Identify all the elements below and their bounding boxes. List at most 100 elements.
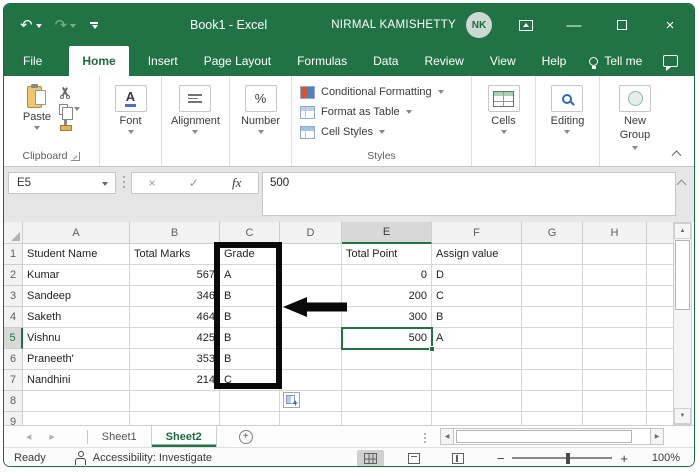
cell-B6[interactable]: 353	[130, 349, 220, 370]
fill-handle[interactable]	[429, 346, 435, 352]
tab-data[interactable]: Data	[360, 46, 411, 76]
new-group-button[interactable]: New Group	[613, 85, 657, 150]
page-layout-view-button[interactable]	[401, 450, 428, 467]
col-header-F[interactable]: F	[432, 222, 522, 244]
cell-F7[interactable]	[432, 370, 522, 391]
cell-F5[interactable]: A	[432, 328, 522, 349]
cell-H3[interactable]	[583, 286, 647, 307]
cell-F3[interactable]: C	[432, 286, 522, 307]
cell-A5[interactable]: Vishnu	[23, 328, 130, 349]
cell-G6[interactable]	[522, 349, 583, 370]
alignment-button[interactable]: Alignment	[171, 85, 220, 134]
cell-E9[interactable]	[342, 412, 432, 425]
cell-E6[interactable]	[342, 349, 432, 370]
ribbon-display-options-button[interactable]	[502, 4, 550, 46]
clipboard-dialog-launcher-icon[interactable]	[71, 151, 81, 161]
font-button[interactable]: A Font	[114, 85, 147, 134]
cell-D7[interactable]	[280, 370, 342, 391]
cell-G5[interactable]	[522, 328, 583, 349]
cell-H5[interactable]	[583, 328, 647, 349]
sheet-nav-prev-icon[interactable]: ◀	[26, 433, 31, 441]
scroll-right-icon[interactable]: ▶	[650, 428, 664, 445]
cell-E1[interactable]: Total Point	[342, 244, 432, 265]
normal-view-button[interactable]	[356, 449, 384, 466]
cell-E3[interactable]: 200	[342, 286, 432, 307]
tab-page-layout[interactable]: Page Layout	[191, 46, 284, 76]
customize-qat-icon[interactable]	[89, 21, 99, 29]
col-header-H[interactable]: H	[583, 222, 647, 244]
cell-A7[interactable]: Nandhini	[23, 370, 130, 391]
cell-B2[interactable]: 567	[130, 265, 220, 286]
close-button[interactable]: ×	[646, 4, 694, 46]
zoom-slider-thumb[interactable]	[566, 452, 570, 464]
cell-E4[interactable]: 300	[342, 307, 432, 328]
row-header-1[interactable]: 1	[4, 244, 23, 265]
zoom-slider[interactable]	[512, 452, 613, 464]
cell-H2[interactable]	[583, 265, 647, 286]
row-header-8[interactable]: 8	[4, 391, 23, 412]
col-header-C[interactable]: C	[220, 222, 280, 244]
cell-F1[interactable]: Assign value	[432, 244, 522, 265]
undo-icon[interactable]: ↶	[20, 18, 42, 33]
col-header-A[interactable]: A	[23, 222, 130, 244]
tell-me-box[interactable]: Tell me	[579, 46, 652, 76]
cell-A2[interactable]: Kumar	[23, 265, 130, 286]
cell-B7[interactable]: 214	[130, 370, 220, 391]
vertical-scrollbar[interactable]: ▲ ▼	[673, 222, 692, 425]
col-header-G[interactable]: G	[522, 222, 583, 244]
name-box[interactable]: E5	[8, 172, 116, 194]
cell-E8[interactable]	[342, 391, 432, 412]
cell-A1[interactable]: Student Name	[23, 244, 130, 265]
cell-F4[interactable]: B	[432, 307, 522, 328]
row-header-6[interactable]: 6	[4, 349, 23, 370]
col-header-E[interactable]: E	[342, 222, 432, 244]
tab-formulas[interactable]: Formulas	[284, 46, 360, 76]
scrollbar-resize-handle[interactable]	[424, 433, 426, 435]
avatar[interactable]: NK	[466, 12, 492, 38]
cell-E7[interactable]	[342, 370, 432, 391]
cell-D1[interactable]	[280, 244, 342, 265]
cell-A9[interactable]	[23, 412, 130, 425]
scroll-down-icon[interactable]: ▼	[674, 408, 691, 424]
col-header-B[interactable]: B	[130, 222, 220, 244]
horizontal-scroll-thumb[interactable]	[456, 430, 632, 443]
autofill-options-button[interactable]: +	[283, 392, 300, 408]
cell-F8[interactable]	[432, 391, 522, 412]
formula-input[interactable]: 500	[262, 172, 676, 216]
tab-home[interactable]: Home	[69, 46, 129, 76]
row-header-5[interactable]: 5	[4, 328, 23, 349]
cell-G4[interactable]	[522, 307, 583, 328]
enter-icon[interactable]: ✓	[189, 176, 199, 190]
tab-review[interactable]: Review	[411, 46, 476, 76]
cell-F6[interactable]	[432, 349, 522, 370]
cell-F2[interactable]: D	[432, 265, 522, 286]
insert-function-icon[interactable]: fx	[232, 175, 241, 191]
paste-button[interactable]: Paste	[23, 84, 51, 131]
cell-G8[interactable]	[522, 391, 583, 412]
cell-G1[interactable]	[522, 244, 583, 265]
horizontal-scrollbar[interactable]: ◀ ▶	[440, 428, 664, 445]
sheet-tab-sheet2[interactable]: Sheet2	[150, 426, 217, 447]
vertical-scroll-thumb[interactable]	[675, 240, 690, 310]
cell-A8[interactable]	[23, 391, 130, 412]
cell-C9[interactable]	[220, 412, 280, 425]
name-box-dropdown-icon[interactable]	[102, 182, 108, 186]
cell-H7[interactable]	[583, 370, 647, 391]
col-header-D[interactable]: D	[280, 222, 342, 244]
cell-G2[interactable]	[522, 265, 583, 286]
cell-C8[interactable]	[220, 391, 280, 412]
maximize-button[interactable]	[598, 4, 646, 46]
cell-B4[interactable]: 464	[130, 307, 220, 328]
cancel-icon[interactable]: ×	[149, 176, 156, 190]
cell-B5[interactable]: 425	[130, 328, 220, 349]
page-break-view-button[interactable]	[445, 450, 472, 467]
cell-A3[interactable]: Sandeep	[23, 286, 130, 307]
cell-G7[interactable]	[522, 370, 583, 391]
tab-insert[interactable]: Insert	[135, 46, 191, 76]
cell-G3[interactable]	[522, 286, 583, 307]
new-sheet-button[interactable]: +	[238, 429, 253, 444]
row-header-9[interactable]: 9	[4, 412, 23, 425]
cell-E2[interactable]: 0	[342, 265, 432, 286]
cell-D5[interactable]	[280, 328, 342, 349]
accessibility-status[interactable]: Accessibility: Investigate	[74, 451, 212, 465]
